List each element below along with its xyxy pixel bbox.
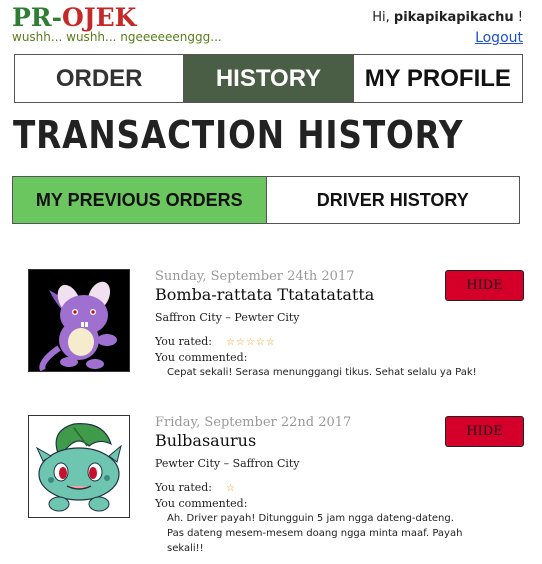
rating-row: You rated: ☆☆☆☆☆ (155, 335, 495, 350)
comment-text: Ah. Driver payah! Ditungguin 5 jam ngga … (167, 513, 454, 524)
tab-driver-history[interactable]: DRIVER HISTORY (266, 177, 519, 223)
logo-ojek: OJEK (61, 3, 137, 32)
greeting-text: Hi, (372, 10, 394, 25)
logout-link[interactable]: Logout (475, 30, 523, 46)
greeting-suffix: ! (513, 10, 523, 25)
tab-history[interactable]: HISTORY (184, 55, 354, 102)
driver-name: Bomba-rattata Ttatatatatta (155, 285, 375, 304)
order-route: Pewter City – Saffron City (155, 457, 300, 470)
username: pikapikapikachu (393, 10, 514, 25)
logo-pr: PR (12, 3, 52, 32)
logo: PR-OJEK wushh... wushh... ngeeeeeenggg..… (12, 5, 222, 45)
bulbasaur-illustration (29, 416, 129, 517)
page-title: TRANSACTION HISTORY (13, 113, 464, 157)
order-info: Sunday, September 24th 2017 Bomba-rattat… (155, 269, 495, 380)
comment-label: You commented: (155, 497, 248, 510)
order-item: Sunday, September 24th 2017 Bomba-rattat… (28, 269, 528, 389)
user-box: Hi, pikapikapikachu ! Logout (372, 8, 523, 49)
logo-tagline: wushh... wushh... ngeeeeeenggg... (12, 30, 222, 44)
comment-label: You commented: (155, 351, 248, 364)
rating-row: You rated: ☆ (155, 481, 495, 496)
tab-order[interactable]: ORDER (15, 55, 185, 102)
star-rating-icon: ☆ (226, 483, 236, 494)
logo-dash: - (51, 3, 62, 32)
bulbasaur-avatar (28, 415, 130, 518)
greeting: Hi, pikapikapikachu ! (372, 8, 523, 28)
tab-my-previous-orders[interactable]: MY PREVIOUS ORDERS (13, 177, 267, 223)
driver-name: Bulbasaurus (155, 431, 257, 450)
tab-my-profile[interactable]: MY PROFILE (353, 55, 522, 102)
hide-button[interactable]: HIDE (445, 416, 524, 447)
main-nav: ORDER HISTORY MY PROFILE (14, 54, 523, 103)
comment-text: Pas dateng mesem-mesem doang ngga minta … (167, 528, 463, 554)
rattata-illustration (29, 270, 129, 371)
order-route: Saffron City – Pewter City (155, 311, 300, 324)
rattata-avatar (28, 269, 130, 372)
rated-label: You rated: (155, 335, 213, 348)
star-rating-icon: ☆☆☆☆☆ (226, 337, 276, 348)
comment-text: Cepat sekali! Serasa menunggangi tikus. … (167, 367, 477, 378)
history-sub-nav: MY PREVIOUS ORDERS DRIVER HISTORY (12, 176, 520, 224)
hide-button[interactable]: HIDE (445, 270, 524, 301)
order-date: Friday, September 22nd 2017 (155, 415, 352, 430)
order-date: Sunday, September 24th 2017 (155, 269, 355, 284)
order-item: Friday, September 22nd 2017 Bulbasaurus … (28, 415, 528, 554)
rated-label: You rated: (155, 481, 213, 494)
order-info: Friday, September 22nd 2017 Bulbasaurus … (155, 415, 495, 556)
logo-title: PR-OJEK (12, 5, 222, 31)
